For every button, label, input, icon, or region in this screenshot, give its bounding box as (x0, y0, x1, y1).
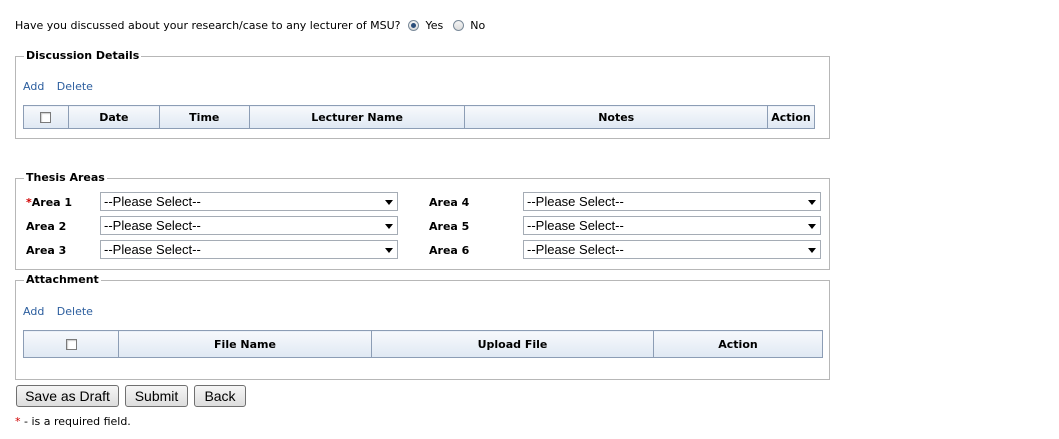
select-all-checkbox-cell (23, 105, 69, 129)
chevron-down-icon (808, 224, 816, 229)
attachment-add-link[interactable]: Add (23, 305, 44, 318)
area-2-select[interactable]: --Please Select-- (100, 216, 398, 235)
chevron-down-icon (385, 248, 393, 253)
attachment-legend: Attachment (24, 273, 101, 287)
attachment-select-all-checkbox[interactable] (65, 339, 77, 350)
attachment-delete-link[interactable]: Delete (57, 305, 93, 318)
attachment-table: File Name Upload File Action (23, 330, 823, 358)
chevron-down-icon (385, 224, 393, 229)
chevron-down-icon (808, 200, 816, 205)
thesis-areas-legend: Thesis Areas (24, 171, 107, 185)
area-1-select[interactable]: --Please Select-- (100, 192, 398, 211)
area-5-label: Area 5 (429, 220, 470, 233)
thesis-areas-section: Thesis Areas *Area 1 --Please Select-- A… (15, 171, 830, 270)
chevron-down-icon (808, 248, 816, 253)
attachment-section: Attachment Add Delete File Name Upload F… (15, 273, 830, 380)
chevron-down-icon (385, 200, 393, 205)
column-notes[interactable]: Notes (464, 105, 768, 129)
column-attachment-action: Action (653, 330, 823, 358)
discussion-table-header: Date Time Lecturer Name Notes Action (23, 105, 816, 129)
yes-radio[interactable] (408, 20, 420, 31)
area-4-select[interactable]: --Please Select-- (523, 192, 821, 211)
discussion-actions: Add Delete (23, 80, 102, 93)
discussion-details-legend: Discussion Details (24, 49, 142, 63)
discussion-question: Have you discussed about your research/c… (15, 19, 485, 32)
attachment-table-header: File Name Upload File Action (23, 330, 823, 358)
area-6-label: Area 6 (429, 244, 470, 257)
no-radio[interactable] (453, 20, 465, 31)
area-4-label: Area 4 (429, 196, 470, 209)
no-label: No (470, 19, 486, 32)
attachment-select-all-cell (23, 330, 119, 358)
area-5-select[interactable]: --Please Select-- (523, 216, 821, 235)
required-field-note: * - is a required field. (15, 415, 131, 428)
discussion-details-section: Discussion Details Add Delete Date Time … (15, 49, 830, 139)
back-button[interactable]: Back (194, 385, 246, 407)
discussion-table: Date Time Lecturer Name Notes Action (23, 105, 816, 129)
area-2-label: Area 2 (26, 220, 67, 233)
discussion-delete-link[interactable]: Delete (57, 80, 93, 93)
save-as-draft-button[interactable]: Save as Draft (16, 385, 119, 407)
select-all-checkbox[interactable] (40, 112, 52, 123)
yes-label: Yes (425, 19, 444, 32)
required-note-text: - is a required field. (20, 415, 131, 428)
column-action: Action (766, 105, 816, 129)
area-3-label: Area 3 (26, 244, 67, 257)
column-date[interactable]: Date (67, 105, 160, 129)
column-file-name[interactable]: File Name (118, 330, 372, 358)
attachment-actions: Add Delete (23, 305, 102, 318)
question-text: Have you discussed about your research/c… (15, 19, 401, 32)
column-upload-file[interactable]: Upload File (371, 330, 654, 358)
submit-button[interactable]: Submit (125, 385, 188, 407)
area-3-select[interactable]: --Please Select-- (100, 240, 398, 259)
column-lecturer-name[interactable]: Lecturer Name (248, 105, 466, 129)
column-time[interactable]: Time (158, 105, 250, 129)
discussion-add-link[interactable]: Add (23, 80, 44, 93)
area-6-select[interactable]: --Please Select-- (523, 240, 821, 259)
area-1-label: *Area 1 (26, 196, 73, 209)
